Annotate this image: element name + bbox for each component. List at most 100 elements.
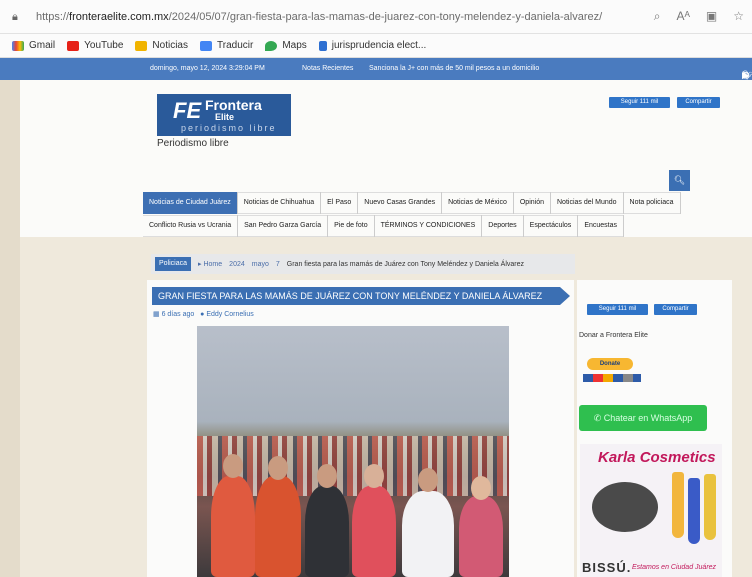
- photo-person: [211, 476, 255, 577]
- nav-item-mexico[interactable]: Noticias de México: [442, 192, 514, 214]
- url-field[interactable]: https://fronteraelite.com.mx/2024/05/07/…: [36, 11, 626, 23]
- recent-notes-label[interactable]: Notas Recientes: [302, 65, 353, 72]
- nail-polish-image: [688, 478, 700, 544]
- browser-address-bar: 🔒︎ https://fronteraelite.com.mx/2024/05/…: [0, 0, 752, 34]
- breadcrumb-category[interactable]: Policiaca: [155, 257, 192, 271]
- breadcrumb-month[interactable]: mayo: [252, 261, 269, 268]
- whatsapp-icon: ✆: [593, 413, 602, 423]
- photo-person: [305, 486, 349, 577]
- article-meta: ▦ 6 días ago ● Eddy Cornelius: [153, 310, 254, 318]
- breadcrumb-year[interactable]: 2024: [229, 261, 245, 268]
- favorite-star-icon[interactable]: ☆: [733, 9, 744, 24]
- donate-text: Donar a Frontera Elite: [579, 332, 648, 339]
- sidebar-ad[interactable]: Karla Cosmetics BISSÚ. Estamos en Ciudad…: [580, 444, 722, 577]
- photo-head: [317, 464, 337, 488]
- bookmark-label: YouTube: [84, 40, 124, 51]
- logo-title: Frontera: [205, 97, 262, 113]
- bookmarks-bar: Gmail YouTube Noticias Traducir Maps jur…: [0, 34, 752, 58]
- split-view-icon[interactable]: ▣: [706, 9, 717, 24]
- bookmark-youtube[interactable]: YouTube: [67, 40, 123, 51]
- header-follow-button[interactable]: Seguir 111 mil: [609, 97, 670, 108]
- bookmark-maps[interactable]: Maps: [265, 40, 307, 51]
- site-tagline: Periodismo libre: [157, 138, 229, 149]
- search-button[interactable]: 🔍︎: [669, 170, 690, 191]
- whatsapp-label: Chatear en WhatsApp: [603, 413, 693, 423]
- bookmark-traducir[interactable]: Traducir: [200, 40, 253, 51]
- nail-polish-image: [704, 474, 716, 540]
- nav-item-san-pedro[interactable]: San Pedro Garza García: [238, 215, 329, 237]
- url-prefix: https://: [36, 10, 70, 23]
- youtube-icon: [67, 40, 80, 51]
- left-gutter: [0, 80, 20, 577]
- breadcrumb-home[interactable]: ▸ Home: [198, 260, 222, 268]
- bookmark-label: jurisprudencia elect...: [331, 40, 427, 51]
- whatsapp-chat-button[interactable]: ✆ Chatear en WhatsApp: [579, 405, 707, 431]
- sidebar-share-button[interactable]: Compartir: [654, 304, 697, 315]
- date-time: domingo, mayo 12, 2024 3:29:04 PM: [150, 65, 265, 72]
- calendar-icon: ▦: [153, 311, 160, 318]
- bookmark-label: Maps: [282, 40, 307, 51]
- article-date[interactable]: 6 días ago: [162, 311, 195, 318]
- site-logo[interactable]: FE Frontera Elite periodismo libre: [157, 94, 291, 136]
- nav-item-chihuahua[interactable]: Noticias de Chihuahua: [238, 192, 322, 214]
- news-ticker[interactable]: Sanciona la J+ con más de 50 mil pesos a…: [369, 65, 539, 72]
- bookmark-label: Noticias: [152, 40, 188, 51]
- logo-sub: Elite: [215, 112, 235, 122]
- nav-item-nuevo-casas-grandes[interactable]: Nuevo Casas Grandes: [358, 192, 443, 214]
- bookmark-gmail[interactable]: Gmail: [12, 40, 55, 51]
- breadcrumb-home-label: Home: [203, 261, 223, 268]
- photo-person: [255, 476, 301, 577]
- bookmark-page-icon: [318, 40, 327, 51]
- nav-item-espectaculos[interactable]: Espectáculos: [524, 215, 579, 237]
- ad-note: Estamos en Ciudad Juárez: [632, 564, 717, 571]
- nav-item-rusia-ucrania[interactable]: Conflicto Rusia vs Ucrania: [143, 215, 239, 237]
- article-photo: [197, 326, 509, 577]
- sidebar-follow-button[interactable]: Seguir 111 mil: [587, 304, 648, 315]
- zoom-icon[interactable]: ⌕: [654, 9, 661, 24]
- bookmark-noticias[interactable]: Noticias: [135, 40, 188, 51]
- photo-person: [402, 491, 454, 577]
- donate-button[interactable]: Donate: [587, 358, 633, 370]
- breadcrumb-day[interactable]: 7: [276, 261, 280, 268]
- author-icon: ●: [200, 311, 205, 318]
- nav-item-juarez[interactable]: Noticias de Ciudad Juárez: [143, 192, 238, 214]
- logo-mark-icon: FE: [173, 98, 202, 123]
- header-share-button[interactable]: Compartir: [677, 97, 720, 108]
- nav-item-el-paso[interactable]: El Paso: [321, 192, 359, 214]
- main-nav-row-1: Noticias de Ciudad Juárez Noticias de Ch…: [143, 192, 681, 214]
- maps-pin-icon: [265, 40, 278, 51]
- nail-polish-image: [672, 472, 684, 538]
- nav-item-policiaca[interactable]: Nota policiaca: [624, 192, 681, 214]
- translate-icon: [200, 40, 212, 51]
- read-aloud-icon[interactable]: Aᴬ: [676, 9, 689, 24]
- article-title: GRAN FIESTA PARA LAS MAMÁS DE JUÁREZ CON…: [152, 287, 570, 305]
- photo-head: [364, 464, 384, 488]
- article-author[interactable]: Eddy Cornelius: [206, 311, 253, 318]
- nav-item-deportes[interactable]: Deportes: [482, 215, 524, 237]
- nav-item-opinion[interactable]: Opinión: [514, 192, 551, 214]
- nav-item-mundo[interactable]: Noticias del Mundo: [551, 192, 624, 214]
- photo-head: [418, 468, 438, 492]
- nav-item-encuestas[interactable]: Encuestas: [578, 215, 624, 237]
- breadcrumb: Policiaca ▸ Home 2024 mayo 7 Gran fiesta…: [151, 254, 575, 274]
- ad-brand: BISSÚ.: [582, 560, 632, 575]
- breadcrumb-current: Gran fiesta para las mamás de Juárez con…: [286, 260, 524, 268]
- nav-item-pie-de-foto[interactable]: Pie de foto: [328, 215, 375, 237]
- bookmark-label: Gmail: [29, 40, 56, 51]
- main-nav-row-2: Conflicto Rusia vs Ucrania San Pedro Gar…: [143, 215, 624, 237]
- lock-icon[interactable]: 🔒︎: [12, 11, 24, 23]
- news-icon: [135, 40, 148, 51]
- eyeshadow-palette-image: [592, 482, 658, 532]
- photo-head: [223, 454, 243, 478]
- logo-tagline: periodismo libre: [181, 123, 277, 133]
- nav-item-terminos[interactable]: TÉRMINOS Y CONDICIONES: [375, 215, 483, 237]
- bookmark-jurisprudencia[interactable]: jurisprudencia elect...: [318, 40, 427, 51]
- ad-title: Karla Cosmetics: [598, 449, 716, 466]
- photo-person: [459, 496, 503, 577]
- payment-cards-icon: [583, 374, 641, 382]
- url-domain: fronteraelite.com.mx: [69, 10, 169, 23]
- bookmark-label: Traducir: [217, 40, 254, 51]
- photo-person: [352, 486, 396, 577]
- search-icon: 🔍︎: [673, 175, 686, 185]
- photo-head: [268, 456, 288, 480]
